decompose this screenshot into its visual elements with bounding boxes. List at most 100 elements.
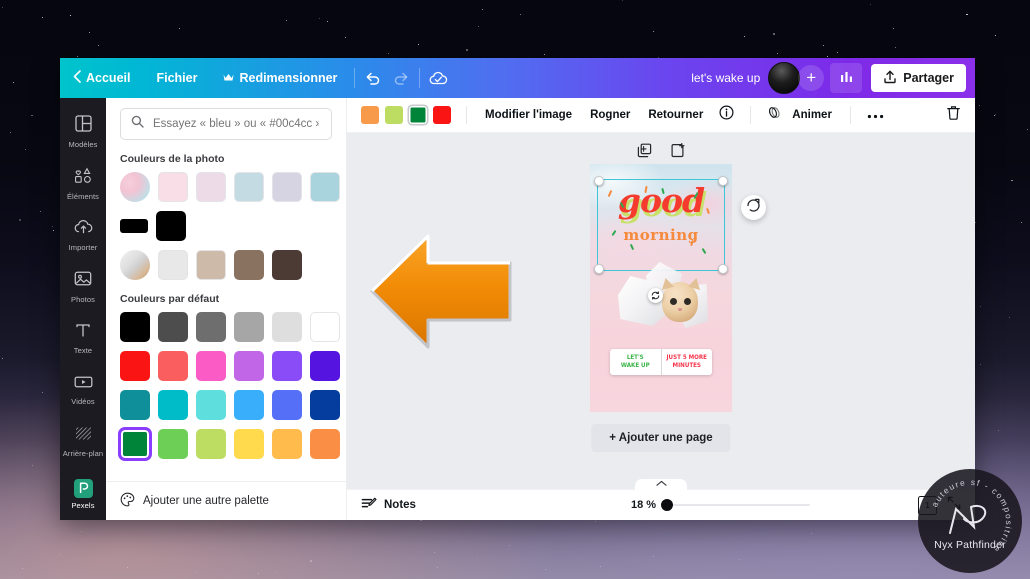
sidebar-item-modeles[interactable]: Modèles	[60, 106, 106, 158]
color-swatch[interactable]	[196, 351, 226, 381]
black-bar-swatch[interactable]	[120, 219, 148, 233]
color-swatch[interactable]	[310, 351, 340, 381]
stats-button[interactable]	[830, 63, 863, 93]
search-box[interactable]	[120, 108, 332, 140]
kitten-photo[interactable]	[618, 260, 710, 330]
duplicate-page-icon[interactable]	[637, 143, 652, 163]
zoom-percent: 18 %	[631, 499, 657, 511]
document-title[interactable]: let's wake up	[691, 71, 760, 85]
color-swatch[interactable]	[196, 429, 226, 459]
color-swatch[interactable]	[196, 250, 226, 280]
sidebar-item-elements[interactable]: Éléments	[60, 158, 106, 210]
color-swatch[interactable]	[272, 172, 302, 202]
cta-right-line1: JUST 5 MORE	[666, 353, 707, 361]
sidebar-item-texte[interactable]: Texte	[60, 313, 106, 365]
undo-icon	[365, 71, 381, 85]
zoom-slider-knob[interactable]	[661, 498, 674, 511]
color-swatch-selected[interactable]	[120, 429, 150, 459]
resize-handle-br[interactable]	[718, 264, 728, 274]
resize-button[interactable]: Redimensionner	[210, 65, 350, 91]
selection-bounding-box[interactable]	[594, 176, 728, 274]
color-swatch[interactable]	[158, 351, 188, 381]
color-swatch[interactable]	[158, 172, 188, 202]
context-color-swatch[interactable]	[361, 106, 379, 124]
resize-handle-tl[interactable]	[594, 176, 604, 186]
redo-button[interactable]	[387, 65, 415, 91]
back-home-button[interactable]: Accueil	[60, 65, 143, 91]
avatar[interactable]	[768, 62, 801, 94]
animate-button[interactable]	[760, 105, 791, 125]
context-color-swatch[interactable]	[433, 106, 451, 124]
animate-icon	[767, 105, 784, 125]
color-swatch[interactable]	[120, 390, 150, 420]
undo-button[interactable]	[359, 65, 387, 91]
default-colors-row-3	[120, 390, 340, 420]
add-page-button[interactable]: + Ajouter une page	[591, 424, 731, 452]
color-swatch[interactable]	[234, 172, 264, 202]
edit-image-button[interactable]: Modifier l'image	[476, 109, 581, 121]
design-page[interactable]: good morning LET'S WAKE UP JUST 5 MORE M…	[590, 164, 732, 412]
color-swatch[interactable]	[234, 429, 264, 459]
color-swatch[interactable]	[196, 312, 226, 342]
bar-chart-icon	[839, 70, 854, 87]
sidebar-item-pexels[interactable]: Pexels	[60, 468, 106, 520]
flip-button[interactable]: Retourner	[639, 109, 712, 121]
color-swatch[interactable]	[120, 351, 150, 381]
photo-thumb-tissue-kitten[interactable]	[120, 250, 150, 280]
color-swatch[interactable]	[158, 312, 188, 342]
file-menu-button[interactable]: Fichier	[143, 65, 210, 91]
share-button[interactable]: Partager	[871, 64, 966, 92]
color-swatch[interactable]	[310, 429, 340, 459]
color-swatch[interactable]	[234, 351, 264, 381]
collapse-panel-button[interactable]	[635, 479, 687, 492]
sidebar-item-photos[interactable]: Photos	[60, 261, 106, 313]
cta-button-five-more: JUST 5 MORE MINUTES	[660, 349, 713, 375]
crop-button[interactable]: Rogner	[581, 109, 639, 121]
color-swatch[interactable]	[158, 429, 188, 459]
rotate-button[interactable]	[741, 195, 766, 220]
zoom-slider[interactable]	[661, 498, 811, 511]
context-color-swatch-selected[interactable]	[409, 106, 427, 124]
color-swatch[interactable]	[310, 390, 340, 420]
search-input[interactable]	[151, 117, 321, 131]
photo-thumb-gradient[interactable]	[120, 172, 150, 202]
toolbar-divider-1	[354, 68, 356, 88]
color-swatch[interactable]	[234, 390, 264, 420]
sidebar-item-importer[interactable]: Importer	[60, 210, 106, 262]
color-swatch[interactable]	[272, 429, 302, 459]
color-swatch[interactable]	[158, 390, 188, 420]
background-icon	[75, 426, 92, 446]
color-swatch[interactable]	[156, 211, 186, 241]
info-button[interactable]	[712, 105, 741, 125]
color-swatch[interactable]	[310, 312, 340, 342]
kitten-eye-right	[684, 298, 691, 305]
color-swatch[interactable]	[196, 390, 226, 420]
color-swatch[interactable]	[234, 312, 264, 342]
notes-button[interactable]: Notes	[361, 497, 416, 514]
resize-handle-tr[interactable]	[718, 176, 728, 186]
animate-label[interactable]: Animer	[791, 109, 841, 121]
sidebar-item-arriere-plan[interactable]: Arrière-plan	[60, 417, 106, 469]
color-swatch[interactable]	[234, 250, 264, 280]
sidebar-item-videos[interactable]: Vidéos	[60, 365, 106, 417]
delete-button[interactable]	[946, 105, 961, 126]
canvas-area[interactable]: good morning LET'S WAKE UP JUST 5 MORE M…	[347, 133, 975, 489]
color-swatch[interactable]	[272, 312, 302, 342]
color-swatch[interactable]	[272, 351, 302, 381]
cta-button-wake-up: LET'S WAKE UP	[610, 349, 661, 375]
add-page-icon[interactable]	[670, 143, 685, 163]
color-swatch[interactable]	[120, 312, 150, 342]
color-swatch[interactable]	[196, 172, 226, 202]
color-swatch[interactable]	[272, 390, 302, 420]
bottom-toolbar: Notes 18 % 1	[347, 479, 975, 520]
cloud-save-button[interactable]	[424, 65, 452, 91]
add-palette-button[interactable]: Ajouter une autre palette	[106, 481, 346, 520]
more-options-button[interactable]	[860, 106, 891, 124]
color-swatch[interactable]	[158, 250, 188, 280]
color-swatch[interactable]	[272, 250, 302, 280]
context-color-swatch[interactable]	[385, 106, 403, 124]
resize-handle-bl[interactable]	[594, 264, 604, 274]
color-swatch[interactable]	[310, 172, 340, 202]
rotate-handle-icon[interactable]	[648, 288, 663, 303]
add-collaborator-button[interactable]: +	[798, 65, 825, 91]
